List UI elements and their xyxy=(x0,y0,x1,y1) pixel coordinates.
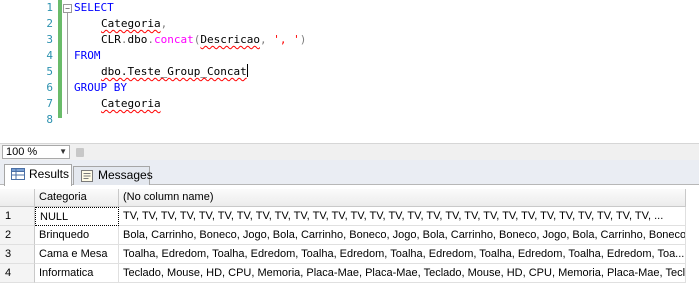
collapse-region-button[interactable]: − xyxy=(63,4,72,13)
column-header-categoria[interactable]: Categoria xyxy=(35,189,119,207)
cell-categoria[interactable]: NULL xyxy=(35,207,119,226)
table-row[interactable]: 3 Cama e Mesa Toalha, Edredom, Toalha, E… xyxy=(0,245,699,264)
code-line-4[interactable]: FROM xyxy=(74,48,101,64)
cell-value[interactable]: TV, TV, TV, TV, TV, TV, TV, TV, TV, TV, … xyxy=(119,207,686,226)
cell-value[interactable]: Teclado, Mouse, HD, CPU, Memoria, Placa-… xyxy=(119,264,686,283)
tab-results-label: Results xyxy=(29,167,70,181)
line-number: 8 xyxy=(46,113,53,126)
outline-guide xyxy=(67,13,68,114)
table-row[interactable]: 1 NULL TV, TV, TV, TV, TV, TV, TV, TV, T… xyxy=(0,207,699,226)
horizontal-scrollbar[interactable] xyxy=(74,147,698,158)
line-number: 2 xyxy=(46,17,53,30)
column-identifier: Categoria xyxy=(101,17,161,30)
grid-header-row: Categoria (No column name) xyxy=(0,189,699,207)
tab-messages[interactable]: Messages xyxy=(73,166,153,185)
row-number[interactable]: 3 xyxy=(0,245,35,264)
query-editor[interactable]: 1 2 3 4 5 6 7 8 − SELECT Categoria, CLR.… xyxy=(0,0,699,143)
line-number: 5 xyxy=(46,65,53,78)
code-line-1[interactable]: SELECT xyxy=(74,0,114,16)
row-header-corner[interactable] xyxy=(0,189,35,207)
keyword-select: SELECT xyxy=(74,1,114,14)
line-number-gutter: 1 2 3 4 5 6 7 8 xyxy=(0,0,58,143)
function-name: concat xyxy=(154,33,194,46)
line-number: 6 xyxy=(46,81,53,94)
results-tab-strip: Results Messages xyxy=(0,160,699,186)
code-line-7[interactable]: Categoria xyxy=(101,96,161,112)
punctuation: . xyxy=(147,33,154,46)
cell-categoria[interactable]: Cama e Mesa xyxy=(35,245,119,264)
argument-identifier: Descricao xyxy=(200,33,260,46)
code-line-5[interactable]: dbo.Teste_Group_Concat xyxy=(101,64,248,80)
tab-messages-label: Messages xyxy=(98,168,153,182)
keyword-group-by: GROUP BY xyxy=(74,81,127,94)
row-number[interactable]: 1 xyxy=(0,207,35,226)
punctuation: . xyxy=(120,33,128,46)
column-header-value[interactable]: (No column name) xyxy=(119,189,686,207)
results-grid[interactable]: Categoria (No column name) 1 NULL TV, TV… xyxy=(0,186,699,293)
zoom-value: 100 % xyxy=(6,146,38,158)
string-literal: ', ' xyxy=(273,33,300,46)
keyword-from: FROM xyxy=(74,49,101,62)
row-number[interactable]: 4 xyxy=(0,264,35,283)
change-tracking-bar xyxy=(58,0,62,118)
line-number: 4 xyxy=(46,49,53,62)
cell-value[interactable]: Bola, Carrinho, Boneco, Jogo, Bola, Carr… xyxy=(119,226,686,245)
punctuation: ) xyxy=(299,33,307,46)
assembly-identifier: CLR xyxy=(101,33,121,46)
table-identifier: dbo.Teste_Group_Concat xyxy=(101,65,247,78)
row-number[interactable]: 2 xyxy=(0,226,35,245)
grid-icon xyxy=(11,168,25,180)
punctuation: , xyxy=(160,17,168,30)
line-number: 1 xyxy=(46,1,53,14)
cell-categoria[interactable]: Brinquedo xyxy=(35,226,119,245)
punctuation: , xyxy=(259,33,274,46)
column-identifier: Categoria xyxy=(101,97,161,110)
code-line-3[interactable]: CLR.dbo.concat(Descricao, ', ') xyxy=(101,32,306,48)
text-caret xyxy=(246,64,248,77)
cell-value[interactable]: Toalha, Edredom, Toalha, Edredom, Toalha… xyxy=(119,245,686,264)
code-line-6[interactable]: GROUP BY xyxy=(74,80,127,96)
vertical-scrollbar[interactable] xyxy=(686,207,699,293)
message-icon xyxy=(81,170,93,182)
schema-identifier: dbo xyxy=(127,33,148,46)
code-line-2[interactable]: Categoria, xyxy=(101,16,167,32)
table-row[interactable]: 2 Brinquedo Bola, Carrinho, Boneco, Jogo… xyxy=(0,226,699,245)
tab-results[interactable]: Results xyxy=(4,164,72,186)
scrollbar-thumb[interactable] xyxy=(76,148,84,157)
line-number: 7 xyxy=(46,97,53,110)
line-number: 3 xyxy=(46,33,53,46)
editor-status-bar: 100 % ▼ xyxy=(0,143,699,160)
chevron-down-icon: ▼ xyxy=(59,147,67,156)
table-row[interactable]: 4 Informatica Teclado, Mouse, HD, CPU, M… xyxy=(0,264,699,283)
cell-categoria[interactable]: Informatica xyxy=(35,264,119,283)
zoom-dropdown[interactable]: 100 % ▼ xyxy=(2,145,70,159)
